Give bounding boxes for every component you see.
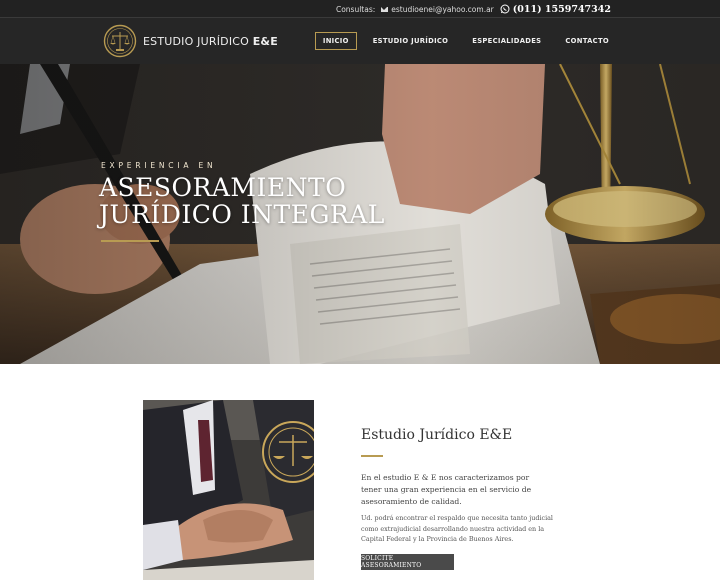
phone-link[interactable]: (011) 1559747342 bbox=[500, 4, 611, 15]
main-nav: INICIO ESTUDIO JURÍDICO ESPECIALIDADES C… bbox=[314, 32, 617, 50]
email-link[interactable]: estudioenei@yahoo.com.ar bbox=[381, 5, 494, 14]
nav-estudio-juridico[interactable]: ESTUDIO JURÍDICO bbox=[365, 32, 457, 50]
about-title: Estudio Jurídico E&E bbox=[361, 427, 513, 443]
hero-kicker: EXPERIENCIA EN bbox=[101, 161, 217, 170]
top-contact-bar: Consultas: estudioenei@yahoo.com.ar (011… bbox=[0, 0, 720, 18]
about-image bbox=[143, 400, 314, 580]
hero-banner: EXPERIENCIA EN ASESORAMIENTO JURÍDICO IN… bbox=[0, 64, 720, 364]
envelope-icon bbox=[381, 6, 389, 12]
brand-prefix: ESTUDIO JURÍDICO bbox=[143, 34, 253, 48]
about-paragraph-2: Ud. podrá encontrar el respaldo que nece… bbox=[361, 514, 553, 543]
nav-inicio[interactable]: INICIO bbox=[314, 32, 357, 50]
phone-text: (011) 1559747342 bbox=[512, 3, 611, 15]
main-header: ESTUDIO JURÍDICO E&E INICIO ESTUDIO JURÍ… bbox=[0, 18, 720, 64]
hero-divider bbox=[101, 240, 159, 242]
hero-title: ASESORAMIENTO JURÍDICO INTEGRAL bbox=[99, 174, 385, 228]
email-text: estudioenei@yahoo.com.ar bbox=[391, 4, 494, 14]
logo-scales-emblem bbox=[103, 24, 137, 58]
about-paragraph-1: En el estudio E & E nos caracterizamos p… bbox=[361, 473, 532, 506]
whatsapp-icon bbox=[500, 4, 510, 14]
brand-bold: E&E bbox=[252, 34, 278, 48]
nav-especialidades[interactable]: ESPECIALIDADES bbox=[464, 32, 549, 50]
handshake-photo bbox=[143, 400, 314, 580]
about-divider bbox=[361, 455, 383, 457]
contact-info: Consultas: estudioenei@yahoo.com.ar (011… bbox=[336, 0, 611, 18]
nav-contacto[interactable]: CONTACTO bbox=[557, 32, 617, 50]
hero-title-line1: ASESORAMIENTO bbox=[99, 173, 347, 202]
request-advice-button[interactable]: SOLICITE ASESORAMIENTO bbox=[361, 554, 454, 570]
contact-label: Consultas: bbox=[335, 4, 376, 14]
hero-title-line2: JURÍDICO INTEGRAL bbox=[99, 200, 385, 229]
site-logo[interactable]: ESTUDIO JURÍDICO E&E bbox=[103, 24, 278, 58]
brand-name: ESTUDIO JURÍDICO E&E bbox=[143, 35, 278, 48]
